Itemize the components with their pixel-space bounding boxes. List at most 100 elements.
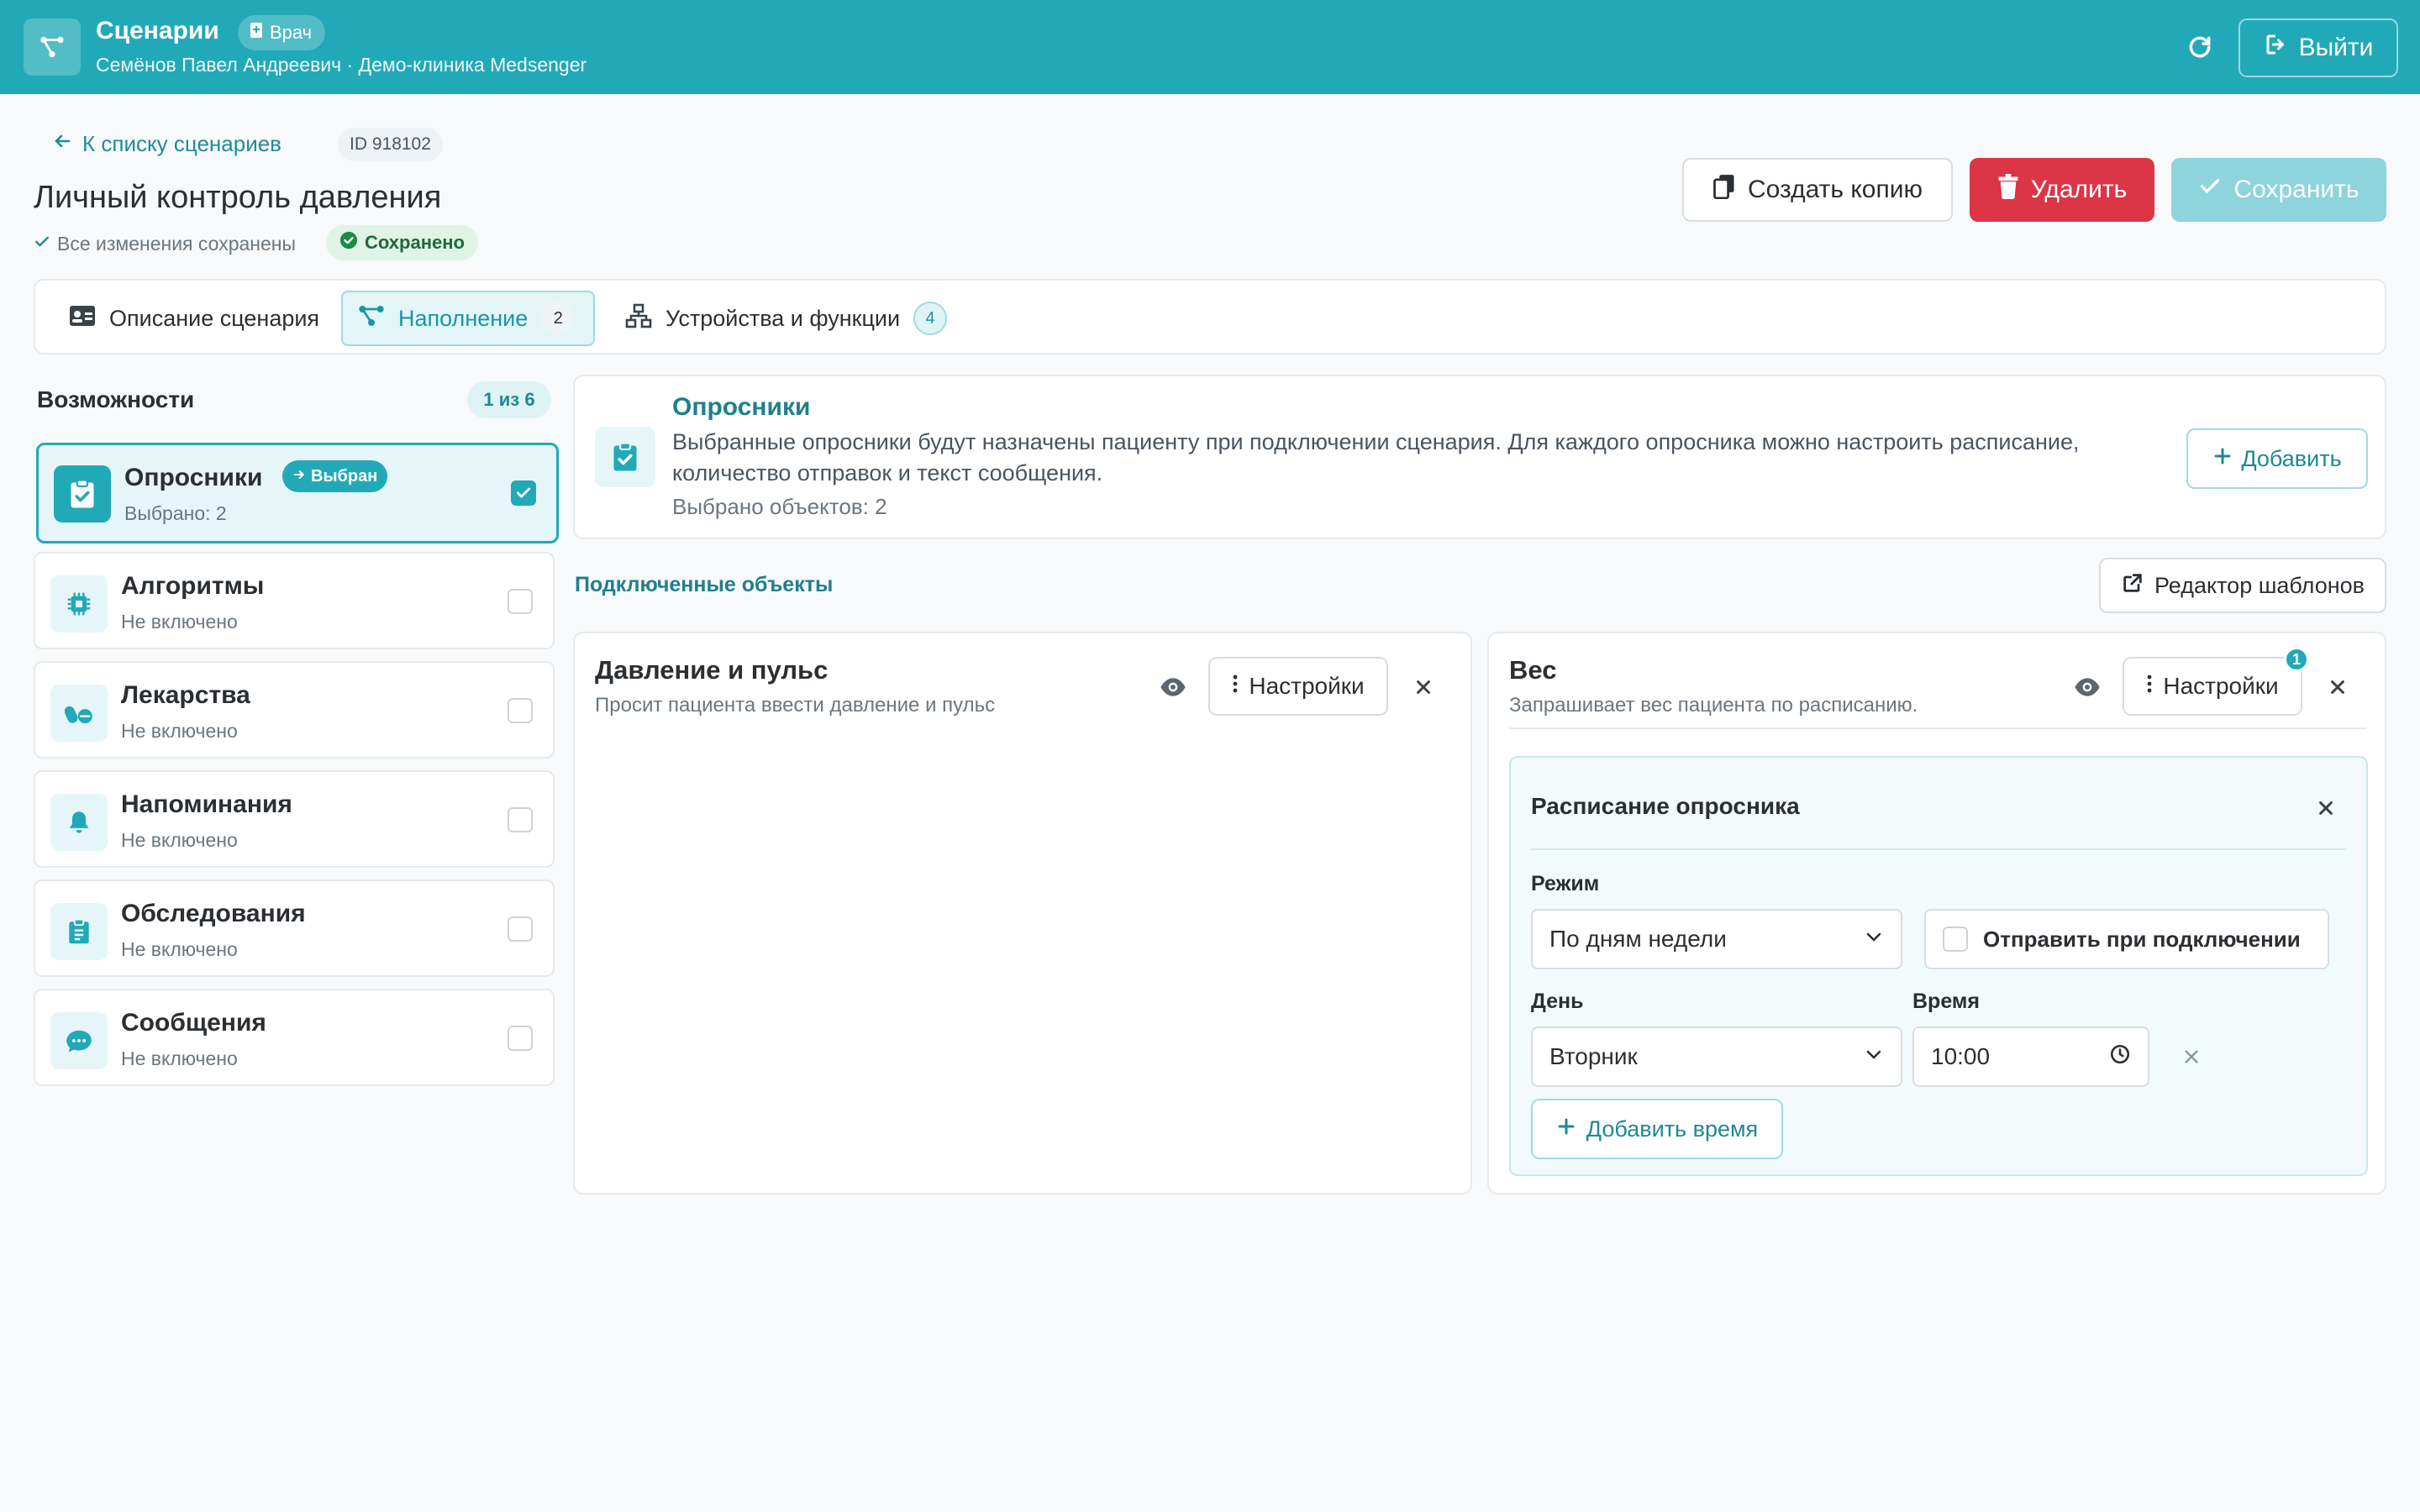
settings-label: Настройки bbox=[2163, 673, 2279, 699]
capability-checkbox[interactable] bbox=[508, 916, 533, 942]
capability-checkbox[interactable] bbox=[508, 698, 533, 723]
capability-checkbox[interactable] bbox=[508, 589, 533, 614]
tab-count-badge: 4 bbox=[913, 302, 948, 335]
send-on-connect-checkbox[interactable]: Отправить при подключении bbox=[1924, 909, 2329, 969]
back-to-list-link[interactable]: К списку сценариев bbox=[52, 131, 281, 157]
send-on-connect-label: Отправить при подключении bbox=[1983, 926, 2301, 952]
role-badge: Врач bbox=[238, 15, 326, 50]
tab-count-badge: 2 bbox=[541, 302, 576, 335]
scenario-id-badge: ID 918102 bbox=[338, 128, 443, 161]
capability-checkbox[interactable] bbox=[511, 480, 536, 506]
refresh-button[interactable] bbox=[2178, 25, 2222, 69]
capability-checkbox[interactable] bbox=[508, 807, 533, 832]
page-title: Личный контроль давления bbox=[34, 180, 442, 215]
network-icon bbox=[625, 303, 652, 334]
more-vertical-icon bbox=[2146, 673, 2153, 700]
pills-icon bbox=[50, 685, 108, 742]
delete-label: Удалить bbox=[2030, 176, 2128, 203]
arrow-right-icon bbox=[292, 467, 306, 486]
capability-item-examinations[interactable]: Обследования Не включено bbox=[34, 879, 555, 977]
tab-content[interactable]: Наполнение 2 bbox=[341, 291, 595, 346]
selected-badge: Выбран bbox=[282, 460, 388, 492]
object-description: Просит пациента ввести давление и пульс bbox=[595, 694, 996, 717]
capability-item-questionnaires[interactable]: Опросники Выбран Выбрано: 2 bbox=[36, 443, 559, 543]
capability-item-algorithms[interactable]: Алгоритмы Не включено bbox=[34, 552, 555, 649]
day-select[interactable]: Вторник bbox=[1531, 1026, 1902, 1087]
logout-button[interactable]: Выйти bbox=[2238, 18, 2398, 77]
logout-icon bbox=[2264, 32, 2289, 64]
day-select-value: Вторник bbox=[1549, 1043, 1638, 1069]
clipboard-check-icon bbox=[54, 465, 111, 522]
save-button[interactable]: Сохранить bbox=[2171, 158, 2386, 222]
mode-select[interactable]: По дням недели bbox=[1531, 909, 1902, 969]
check-circle-icon bbox=[339, 231, 358, 255]
create-copy-button[interactable]: Создать копию bbox=[1682, 158, 1953, 222]
capability-status: Не включено bbox=[121, 938, 238, 960]
settings-notification-badge: 1 bbox=[2284, 647, 2309, 672]
delete-button[interactable]: Удалить bbox=[1970, 158, 2154, 222]
template-editor-button[interactable]: Редактор шаблонов bbox=[2099, 558, 2386, 613]
selected-badge-label: Выбран bbox=[311, 466, 378, 486]
logout-label: Выйти bbox=[2298, 34, 2374, 61]
chevron-down-icon bbox=[1864, 926, 1884, 953]
remove-object-close-icon[interactable] bbox=[2321, 670, 2354, 704]
add-time-button[interactable]: Добавить время bbox=[1531, 1099, 1783, 1159]
save-label: Сохранить bbox=[2233, 176, 2360, 203]
tab-description[interactable]: Описание сценария bbox=[59, 291, 329, 346]
day-label: День bbox=[1531, 990, 1584, 1013]
scenario-logo-icon bbox=[24, 18, 81, 76]
tab-label: Описание сценария bbox=[109, 305, 320, 331]
save-note-label: Все изменения сохранены bbox=[57, 233, 297, 255]
more-vertical-icon bbox=[1232, 673, 1239, 700]
capability-item-messages[interactable]: Сообщения Не включено bbox=[34, 989, 555, 1086]
add-questionnaire-button[interactable]: Добавить bbox=[2186, 428, 2368, 489]
id-card-icon bbox=[69, 305, 96, 333]
object-settings-button[interactable]: Настройки bbox=[1208, 657, 1388, 716]
divider bbox=[1509, 727, 2366, 729]
remove-object-close-icon[interactable] bbox=[1407, 670, 1440, 704]
capability-item-medications[interactable]: Лекарства Не включено bbox=[34, 661, 555, 759]
template-editor-label: Редактор шаблонов bbox=[2154, 572, 2365, 598]
capability-name: Опросники bbox=[124, 464, 263, 491]
mode-select-value: По дням недели bbox=[1549, 926, 1727, 952]
object-description: Запрашивает вес пациента по расписанию. bbox=[1509, 694, 1918, 717]
tab-devices[interactable]: Устройства и функции 4 bbox=[615, 291, 957, 346]
check-icon bbox=[34, 233, 50, 255]
checkbox-square[interactable] bbox=[1943, 927, 1968, 952]
capability-name: Лекарства bbox=[121, 681, 250, 709]
saved-status-badge: Сохранено bbox=[326, 225, 478, 260]
check-icon bbox=[2198, 175, 2222, 205]
schedule-title: Расписание опросника bbox=[1531, 793, 1800, 819]
plus-icon bbox=[1556, 1116, 1576, 1142]
close-schedule-close-icon[interactable] bbox=[2309, 791, 2343, 825]
bell-icon bbox=[50, 794, 108, 851]
capabilities-title: Возможности bbox=[37, 386, 195, 412]
remove-time-close-icon[interactable] bbox=[2175, 1040, 2208, 1074]
capability-status: Не включено bbox=[121, 1047, 238, 1069]
saved-pill-label: Сохранено bbox=[365, 232, 465, 253]
add-label: Добавить bbox=[2241, 445, 2342, 471]
preview-eye-icon[interactable] bbox=[1155, 669, 1192, 706]
clipboard-check-icon bbox=[595, 427, 655, 487]
questionnaire-schedule-panel: Расписание опросника Режим По дням недел… bbox=[1509, 756, 2368, 1176]
capability-item-reminders[interactable]: Напоминания Не включено bbox=[34, 770, 555, 868]
chevron-down-icon bbox=[1864, 1043, 1884, 1070]
object-card-weight: Вес Запрашивает вес пациента по расписан… bbox=[1487, 632, 2386, 1194]
user-clinic-subtitle: Семёнов Павел Андреевич · Демо-клиника M… bbox=[96, 54, 587, 76]
object-settings-button[interactable]: Настройки 1 bbox=[2123, 647, 2309, 716]
capability-checkbox[interactable] bbox=[508, 1026, 533, 1051]
capability-name: Алгоритмы bbox=[121, 572, 265, 600]
info-title: Опросники bbox=[672, 393, 811, 421]
time-input[interactable]: 10:00 bbox=[1912, 1026, 2149, 1087]
top-bar: Сценарии Врач Семёнов Павел Андреевич · … bbox=[0, 0, 2420, 94]
capability-status: Не включено bbox=[121, 829, 238, 851]
object-card-pressure-pulse: Давление и пульс Просит пациента ввести … bbox=[573, 632, 1472, 1194]
info-description: Выбранные опросники будут назначены паци… bbox=[672, 429, 2080, 486]
tabs-bar: Описание сценария Наполнение 2 Устройств… bbox=[34, 279, 2386, 354]
clipboard-list-icon bbox=[50, 903, 108, 960]
capability-name: Обследования bbox=[121, 900, 306, 927]
chip-icon bbox=[50, 575, 108, 633]
chat-icon bbox=[50, 1012, 108, 1069]
preview-eye-icon[interactable] bbox=[2069, 669, 2106, 706]
app-title: Сценарии bbox=[96, 17, 219, 45]
